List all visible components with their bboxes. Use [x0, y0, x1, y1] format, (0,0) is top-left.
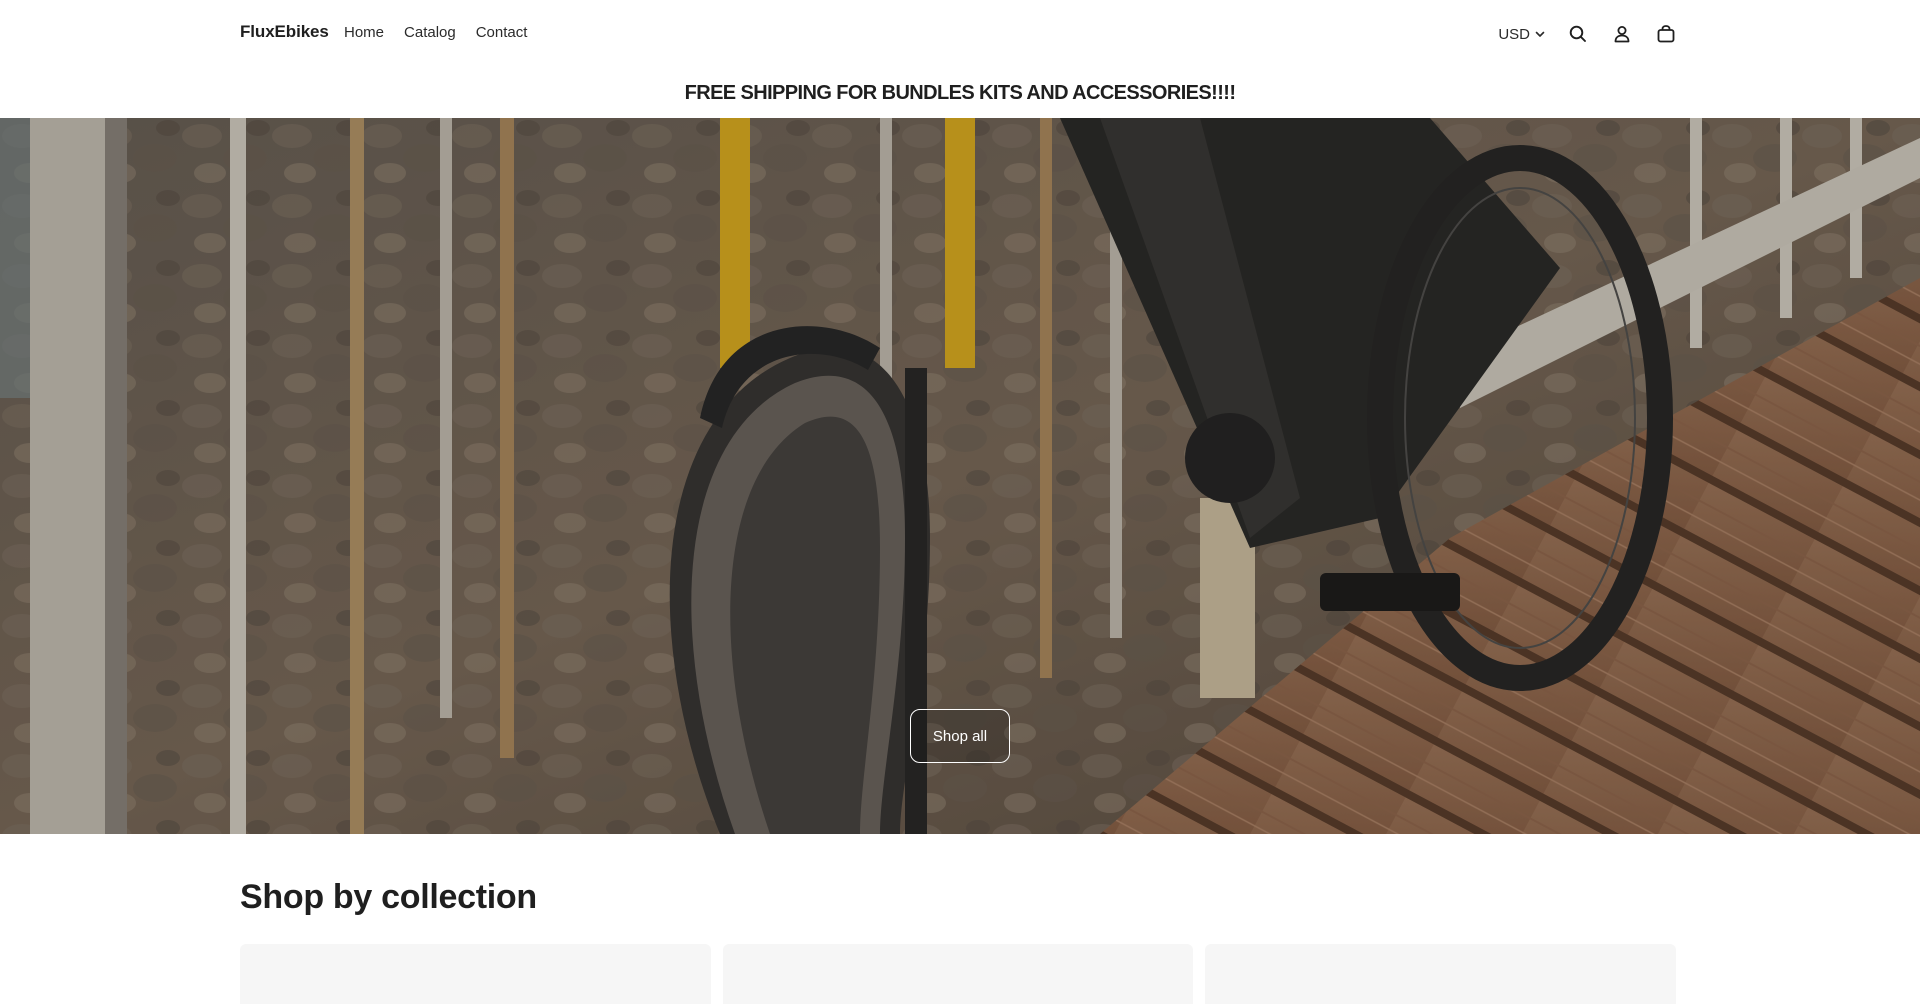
- account-icon[interactable]: [1610, 22, 1634, 46]
- currency-label: USD: [1498, 25, 1530, 43]
- section-title: Shop by collection: [240, 878, 537, 916]
- brand-logo[interactable]: FluxEbikes: [240, 22, 329, 42]
- search-icon[interactable]: [1566, 22, 1590, 46]
- hero-banner: Shop all: [0, 118, 1920, 834]
- collection-card[interactable]: [1205, 944, 1677, 1004]
- collection-card[interactable]: [240, 944, 711, 1004]
- cart-icon[interactable]: [1654, 22, 1678, 46]
- nav-link-home[interactable]: Home: [344, 24, 384, 41]
- currency-selector[interactable]: USD: [1498, 26, 1546, 43]
- announcement-bar: FREE SHIPPING FOR BUNDLES KITS AND ACCES…: [0, 68, 1920, 118]
- collection-card[interactable]: [722, 944, 1194, 1004]
- collections-section: Shop by collection: [0, 834, 1920, 1004]
- nav-link-contact[interactable]: Contact: [476, 24, 528, 41]
- collection-grid: [240, 944, 1677, 1004]
- chevron-down-icon: [1534, 28, 1546, 40]
- nav-link-catalog[interactable]: Catalog: [404, 24, 456, 41]
- announcement-text: FREE SHIPPING FOR BUNDLES KITS AND ACCES…: [684, 81, 1236, 104]
- main-nav: Home Catalog Contact: [344, 24, 527, 41]
- shop-all-button[interactable]: Shop all: [910, 709, 1010, 763]
- header-actions: USD: [1498, 20, 1678, 48]
- site-header: FluxEbikes Home Catalog Contact USD: [0, 0, 1920, 68]
